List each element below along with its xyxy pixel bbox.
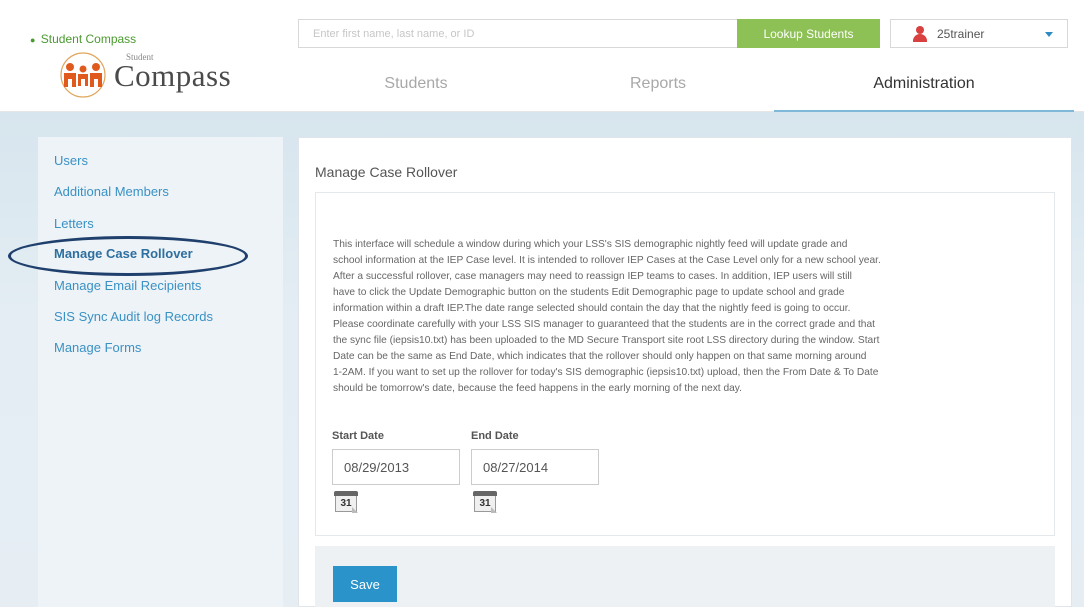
logo-text: Compass — [114, 58, 232, 93]
chevron-down-icon — [1045, 32, 1053, 37]
tab-administration-label: Administration — [873, 75, 975, 92]
description-text: This interface will schedule a window du… — [333, 237, 1047, 397]
start-date-label: Start Date — [332, 430, 384, 442]
end-date-input[interactable] — [471, 449, 599, 485]
description-line: information within a draft IEP.The date … — [333, 303, 851, 314]
start-date-input[interactable] — [332, 449, 460, 485]
page-title: Manage Case Rollover — [315, 164, 458, 180]
sidebar-item-manage-forms[interactable]: Manage Forms — [54, 340, 141, 355]
app-header: ● Student Compass Student Compass Lookup… — [0, 0, 1084, 112]
tab-reports-label: Reports — [629, 75, 687, 92]
form-footer: Save — [315, 546, 1055, 607]
admin-sidebar: Users Additional Members Letters Manage … — [38, 137, 283, 607]
student-search-input[interactable] — [298, 19, 738, 48]
description-line: After a successful rollover, case manage… — [333, 271, 852, 282]
brand-link-label: Student Compass — [40, 32, 137, 46]
start-date-calendar-icon[interactable]: 31 — [334, 491, 358, 513]
description-line: should be tomorrow's date, because the f… — [333, 383, 742, 394]
sidebar-item-manage-case-rollover[interactable]: Manage Case Rollover — [54, 246, 193, 261]
family-logo-icon — [60, 52, 106, 98]
save-button[interactable]: Save — [333, 566, 397, 602]
user-menu-dropdown[interactable]: 25trainer — [890, 19, 1068, 48]
end-date-calendar-icon[interactable]: 31 — [473, 491, 497, 513]
sidebar-item-manage-email-recipients[interactable]: Manage Email Recipients — [54, 278, 201, 293]
sidebar-item-letters[interactable]: Letters — [54, 216, 94, 231]
user-icon — [913, 26, 927, 42]
end-date-label: End Date — [471, 430, 519, 442]
manage-case-rollover-panel: Manage Case Rollover This interface will… — [298, 137, 1072, 607]
sidebar-item-users[interactable]: Users — [54, 153, 88, 168]
description-line: the sync file (iepsis10.txt) has been up… — [333, 335, 880, 346]
rollover-form-box: This interface will schedule a window du… — [315, 192, 1055, 536]
tab-administration[interactable]: Administration — [774, 72, 1074, 112]
sidebar-item-additional-members[interactable]: Additional Members — [54, 184, 169, 199]
description-line: school information at the IEP Case level… — [333, 255, 881, 266]
description-line: Date can be the same as End Date, which … — [333, 351, 867, 362]
lookup-students-button[interactable]: Lookup Students — [737, 19, 880, 48]
description-line: Please coordinate carefully with your LS… — [333, 319, 875, 330]
student-compass-link[interactable]: ● Student Compass — [30, 32, 136, 46]
tab-students-label: Students — [384, 75, 448, 92]
bullet-icon: ● — [30, 35, 36, 45]
description-line: 1-2AM. If you want to set up the rollove… — [333, 367, 879, 378]
tab-students[interactable]: Students — [306, 72, 526, 112]
tab-reports[interactable]: Reports — [548, 72, 768, 112]
user-name: 25trainer — [937, 27, 985, 41]
description-line: have to click the Update Demographic but… — [333, 287, 845, 298]
student-compass-logo[interactable]: Student Compass — [52, 52, 232, 102]
sidebar-item-sis-sync-audit-log[interactable]: SIS Sync Audit log Records — [54, 309, 213, 324]
description-line: This interface will schedule a window du… — [333, 239, 848, 250]
